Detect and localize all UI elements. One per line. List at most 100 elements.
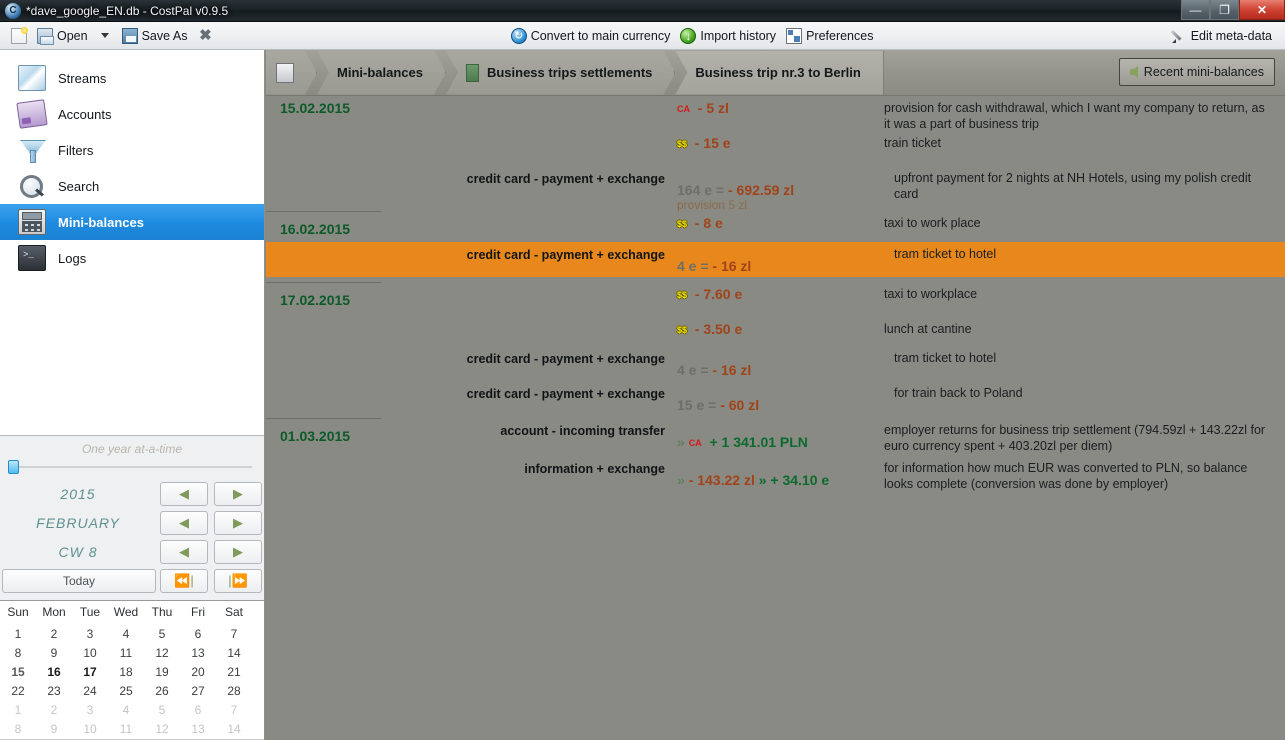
calendar-day[interactable]: 11 [108,644,144,663]
calendar-day[interactable]: 14 [216,720,252,739]
calendar-day[interactable]: 16 [36,663,72,682]
calendar-day[interactable]: 9 [36,644,72,663]
calendar-day[interactable]: 3 [72,701,108,720]
open-dropdown-button[interactable] [93,24,117,48]
sidebar-item-accounts[interactable]: Accounts [0,96,264,132]
transaction-date [266,166,381,170]
transaction-amount-value: - 143.22 zl [688,472,755,488]
sidebar-item-search[interactable]: Search [0,168,264,204]
transaction-amount-prefix: 15 e = [677,397,721,413]
transaction-amount-suffix: » + 34.10 e [754,472,830,488]
calendar-weekday-header: Sun Mon Tue Wed Thu Fri Sat [0,601,264,625]
calendar-day[interactable]: 21 [216,663,252,682]
calendar-day[interactable]: 9 [36,720,72,739]
sidebar-item-filters[interactable]: Filters [0,132,264,168]
close-database-button[interactable]: ✖ [192,24,218,48]
calendar-day[interactable]: 22 [0,682,36,701]
calendar-day[interactable]: 6 [180,701,216,720]
calendar-day[interactable]: 15 [0,663,36,682]
breadcrumb-item[interactable]: Business trip nr.3 to Berlin [675,50,884,95]
calendar-day[interactable]: 8 [0,644,36,663]
save-as-button[interactable]: Save As [117,24,193,48]
calendar-week-row: 8 9 10 11 12 13 14 [0,720,264,739]
jump-first-button[interactable]: ⏪| [160,569,208,593]
range-slider[interactable] [6,460,258,474]
calendar-day[interactable]: 19 [144,663,180,682]
stepper-prev-button[interactable]: ◀ [160,540,208,564]
calendar-day[interactable]: 2 [36,625,72,644]
transaction-row[interactable]: credit card - payment + exchange 4 e = - … [266,346,1285,381]
calendar-day[interactable]: 4 [108,701,144,720]
calendar-day[interactable]: 14 [216,644,252,663]
calendar-day[interactable]: 7 [216,625,252,644]
calendar-day[interactable]: 18 [108,663,144,682]
calendar-day[interactable]: 3 [72,625,108,644]
breadcrumb-item[interactable] [266,51,317,95]
sidebar-item-logs[interactable]: Logs [0,240,264,276]
minimize-button[interactable]: — [1181,0,1210,20]
calendar-day[interactable]: 10 [72,644,108,663]
stepper-next-button[interactable]: ▶ [214,540,262,564]
calendar-day[interactable]: 1 [0,701,36,720]
transaction-amount-value: - 15 e [694,135,731,151]
transaction-row[interactable]: $$ - 15 e train ticket [266,131,1285,166]
transaction-amount: 164 e = - 692.59 zl provision 5 zl [671,166,876,212]
calendar-day[interactable]: 11 [108,720,144,739]
calendar-day[interactable]: 23 [36,682,72,701]
jump-last-button[interactable]: |⏩ [214,569,262,593]
breadcrumb-item[interactable]: Mini-balances [317,51,446,95]
calendar-day[interactable]: 13 [180,720,216,739]
calendar-day[interactable]: 4 [108,625,144,644]
transaction-row[interactable]: credit card - payment + exchange 164 e = … [266,166,1285,212]
open-button[interactable]: Open [32,24,93,48]
maximize-button[interactable]: ❐ [1210,0,1239,20]
transaction-amount: $$ - 3.50 e [671,317,876,337]
transaction-row[interactable]: 16.02.2015 $$ - 8 e taxi to work place [266,211,1285,246]
transaction-type [381,317,671,323]
preferences-button[interactable]: Preferences [781,24,878,48]
calendar-day[interactable]: 13 [180,644,216,663]
calendar-day[interactable]: 2 [36,701,72,720]
today-button[interactable]: Today [2,569,156,593]
sidebar-item-streams[interactable]: Streams [0,60,264,96]
convert-currency-button[interactable]: Convert to main currency [506,24,676,48]
calendar-day[interactable]: 10 [72,720,108,739]
transaction-row[interactable]: 01.03.2015 account - incoming transfer » C… [266,418,1285,458]
stepper-prev-button[interactable]: ◀ [160,482,208,506]
sidebar-spacer [0,276,264,435]
transaction-amount-prefix: 4 e = [677,258,713,274]
transaction-row[interactable]: credit card - payment + exchange 15 e = -… [266,381,1285,416]
transaction-amount-value: - 5 zl [697,100,729,116]
slider-thumb[interactable] [8,460,19,474]
calendar-day[interactable]: 5 [144,701,180,720]
new-database-button[interactable] [6,24,32,48]
calendar-day[interactable]: 6 [180,625,216,644]
transaction-row[interactable]: 15.02.2015 CA - 5 zl provision for cash wi… [266,96,1285,132]
calendar-day[interactable]: 5 [144,625,180,644]
calendar-day[interactable]: 20 [180,663,216,682]
calendar-day[interactable]: 25 [108,682,144,701]
stepper-prev-button[interactable]: ◀ [160,511,208,535]
calendar-day[interactable]: 12 [144,644,180,663]
calendar-day[interactable]: 27 [180,682,216,701]
transaction-row[interactable]: 17.02.2015 $$ - 7.60 e taxi to workplace [266,282,1285,317]
calendar-day[interactable]: 28 [216,682,252,701]
sidebar-item-mini-balances[interactable]: Mini-balances [0,204,264,240]
transaction-row[interactable]: credit card - payment + exchange 4 e = - … [266,242,1285,277]
edit-meta-data-button[interactable]: Edit meta-data [1166,24,1277,48]
calendar-day[interactable]: 24 [72,682,108,701]
breadcrumb-item[interactable]: Business trips settlements [446,51,675,95]
stepper-next-button[interactable]: ▶ [214,482,262,506]
calendar-day[interactable]: 17 [72,663,108,682]
calendar-day[interactable]: 8 [0,720,36,739]
calendar-day[interactable]: 7 [216,701,252,720]
close-button[interactable]: ✕ [1239,0,1285,20]
transaction-row[interactable]: information + exchange » - 143.22 zl » + … [266,456,1285,501]
calendar-day[interactable]: 12 [144,720,180,739]
calendar-day[interactable]: 1 [0,625,36,644]
stepper-next-button[interactable]: ▶ [214,511,262,535]
recent-mini-balances-button[interactable]: Recent mini-balances [1118,58,1275,86]
calendar-week-row: 1234567 [0,701,264,720]
import-history-button[interactable]: Import history [675,24,781,48]
calendar-day[interactable]: 26 [144,682,180,701]
